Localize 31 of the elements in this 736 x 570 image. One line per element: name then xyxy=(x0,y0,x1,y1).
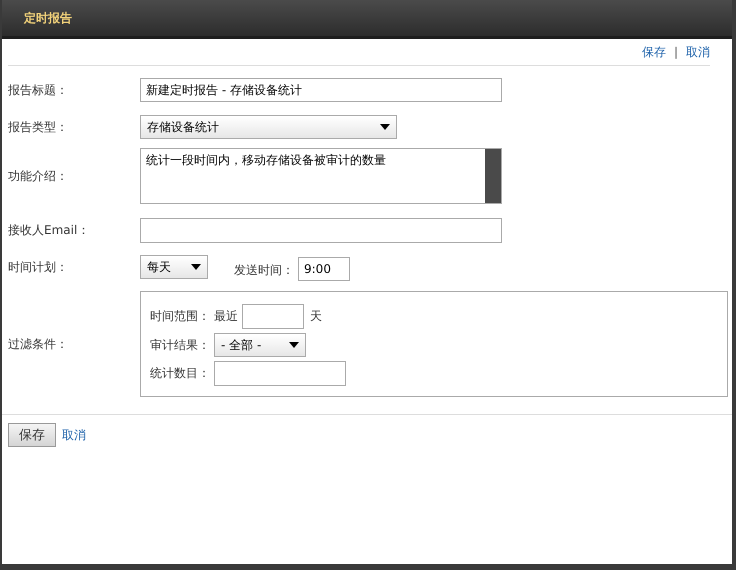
field-label: 发送时间： xyxy=(234,262,294,278)
field-label: 报告类型： xyxy=(8,118,69,136)
scrollbar[interactable] xyxy=(485,149,501,203)
dropdown[interactable]: 存储设备统计 xyxy=(140,115,397,139)
field-label: 报告标题： xyxy=(8,82,69,98)
window-title: 定时报告 xyxy=(24,10,72,26)
field-label: 过滤条件： xyxy=(8,336,69,352)
field-label: 功能介绍： xyxy=(8,168,69,184)
caret-icon xyxy=(191,264,201,270)
field-label: 时间计划： xyxy=(8,258,69,276)
input-field[interactable]: 9:00 xyxy=(298,257,350,281)
field-label: 审计结果： xyxy=(150,336,210,354)
field-label: 统计数目： xyxy=(150,365,210,382)
dropdown[interactable]: 每天 xyxy=(140,255,208,279)
dropdown[interactable]: - 全部 - xyxy=(214,333,306,357)
field-label: 时间范围： xyxy=(150,308,210,325)
text-area[interactable]: 统计一段时间内，移动存储设备被审计的数量 xyxy=(140,148,502,204)
caret-icon xyxy=(289,342,299,348)
separator: | xyxy=(674,45,678,59)
unit-label: 天 xyxy=(310,308,322,325)
action-link[interactable]: 保存 xyxy=(642,44,666,60)
input-field[interactable]: 新建定时报告 - 存储设备统计 xyxy=(140,78,502,102)
save-button[interactable]: 保存 xyxy=(8,423,56,447)
input-field[interactable] xyxy=(242,304,304,329)
action-link[interactable]: 取消 xyxy=(686,44,710,60)
input-field[interactable] xyxy=(214,361,346,386)
cancel-link[interactable]: 取消 xyxy=(62,426,86,444)
input-field[interactable] xyxy=(140,218,502,242)
caret-icon xyxy=(380,124,390,130)
field-label: 最近 xyxy=(214,308,238,325)
field-label: 接收人Email： xyxy=(8,222,90,238)
